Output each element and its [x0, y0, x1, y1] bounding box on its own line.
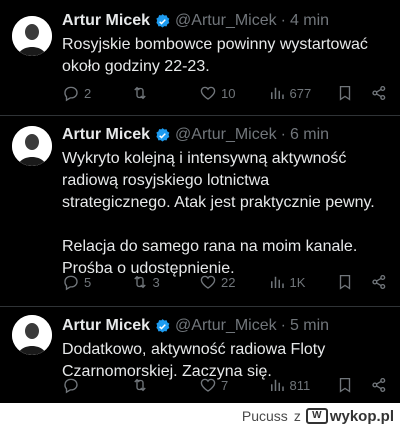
views-button[interactable]: 1K — [268, 273, 312, 291]
like-button[interactable]: 22 — [199, 273, 243, 291]
share-icon — [372, 85, 386, 101]
share-button[interactable] — [370, 84, 388, 102]
from-label: z — [293, 408, 301, 424]
wykop-logo-icon: W — [305, 408, 328, 424]
reply-button[interactable]: 5 — [62, 273, 106, 291]
views-count: 677 — [289, 85, 312, 101]
tweet-text: Wykryto kolejną i intensywną aktywność r… — [62, 150, 375, 277]
retweet-icon — [133, 86, 146, 100]
avatar[interactable] — [12, 126, 52, 166]
timestamp[interactable]: 4 min — [290, 12, 329, 30]
reply-count: 2 — [84, 85, 92, 101]
author-name[interactable]: Artur Micek — [62, 12, 150, 30]
retweet-button[interactable] — [131, 376, 175, 394]
tweet-actions: 2 10 677 — [62, 83, 388, 103]
views-icon — [270, 276, 284, 288]
like-count: 22 — [221, 274, 236, 290]
author-name[interactable]: Artur Micek — [62, 317, 150, 335]
tweet-actions: 5 3 22 1K — [62, 272, 388, 292]
avatar-image — [12, 126, 52, 166]
reply-button[interactable]: 2 — [62, 84, 106, 102]
bookmark-button[interactable] — [336, 273, 354, 291]
bookmark-button[interactable] — [336, 376, 354, 394]
retweet-count: 3 — [152, 274, 160, 290]
tweet-actions: 7 811 — [62, 375, 388, 395]
tweet[interactable]: Artur Micek @Artur_Micek · 5 min Dodatko… — [0, 307, 400, 408]
tweet-header: Artur Micek @Artur_Micek · 5 min — [62, 315, 388, 337]
tweet-header: Artur Micek @Artur_Micek · 4 min — [62, 10, 388, 32]
separator: · — [280, 12, 286, 29]
bookmark-button[interactable] — [336, 84, 354, 102]
like-button[interactable]: 7 — [199, 376, 243, 394]
tweet-content: Artur Micek @Artur_Micek · 6 min Wykryto… — [62, 124, 388, 280]
share-button[interactable] — [370, 273, 388, 291]
share-button[interactable] — [370, 376, 388, 394]
views-button[interactable]: 811 — [268, 376, 312, 394]
heart-icon — [200, 86, 216, 100]
tweet-header: Artur Micek @Artur_Micek · 6 min — [62, 124, 388, 146]
avatar[interactable] — [12, 16, 52, 56]
bookmark-icon — [339, 85, 351, 101]
views-count: 811 — [289, 377, 311, 393]
views-icon — [270, 379, 284, 391]
site-name: wykop.pl — [329, 407, 394, 425]
watermark-footer: Pucuss z W wykop.pl — [0, 403, 400, 429]
tweet-text: Rosyjskie bombowce powinny wystartować o… — [62, 36, 368, 75]
bookmark-icon — [339, 274, 351, 290]
views-icon — [270, 87, 284, 99]
avatar-image — [12, 315, 52, 355]
reply-count: 5 — [84, 274, 92, 290]
reply-icon — [64, 378, 78, 394]
tweet[interactable]: Artur Micek @Artur_Micek · 6 min Wykryto… — [0, 116, 400, 307]
right-actions — [336, 376, 388, 394]
tweet-content: Artur Micek @Artur_Micek · 4 min Rosyjsk… — [62, 10, 388, 78]
timestamp[interactable]: 5 min — [290, 317, 329, 335]
views-button[interactable]: 677 — [268, 84, 312, 102]
author-handle[interactable]: @Artur_Micek — [175, 12, 277, 30]
author-name[interactable]: Artur Micek — [62, 126, 150, 144]
avatar[interactable] — [12, 315, 52, 355]
like-count: 7 — [221, 377, 229, 393]
separator: · — [280, 126, 286, 143]
uploader-name: Pucuss — [241, 408, 288, 424]
retweet-icon — [133, 275, 146, 289]
tweet-content: Artur Micek @Artur_Micek · 5 min Dodatko… — [62, 315, 388, 383]
reply-icon — [64, 275, 78, 291]
reply-button[interactable] — [62, 376, 106, 394]
heart-icon — [200, 378, 216, 392]
tweet-feed: Artur Micek @Artur_Micek · 4 min Rosyjsk… — [0, 0, 400, 408]
retweet-button[interactable]: 3 — [131, 273, 175, 291]
separator: · — [280, 317, 286, 334]
timestamp[interactable]: 6 min — [290, 126, 329, 144]
author-handle[interactable]: @Artur_Micek — [175, 317, 277, 335]
author-handle[interactable]: @Artur_Micek — [175, 126, 277, 144]
share-icon — [372, 274, 386, 290]
retweet-button[interactable] — [131, 84, 175, 102]
avatar-image — [12, 16, 52, 56]
verified-badge-icon — [156, 127, 170, 142]
wykop-logo: W wykop.pl — [305, 407, 394, 425]
verified-badge-icon — [156, 13, 170, 28]
views-count: 1K — [289, 274, 306, 290]
tweet[interactable]: Artur Micek @Artur_Micek · 4 min Rosyjsk… — [0, 0, 400, 116]
retweet-icon — [133, 378, 146, 392]
share-icon — [372, 377, 386, 393]
heart-icon — [200, 275, 216, 289]
right-actions — [336, 84, 388, 102]
like-button[interactable]: 10 — [199, 84, 243, 102]
like-count: 10 — [221, 85, 236, 101]
right-actions — [336, 273, 388, 291]
reply-icon — [64, 86, 78, 102]
verified-badge-icon — [156, 318, 170, 333]
bookmark-icon — [339, 377, 351, 393]
